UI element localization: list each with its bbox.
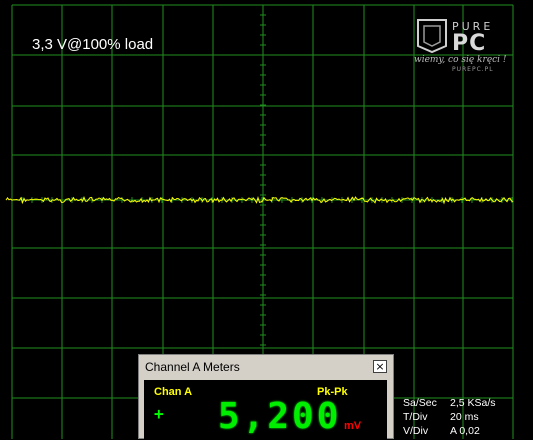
- volt-div-value: A 0,02: [450, 425, 480, 437]
- volt-div-label: V/Div: [403, 425, 429, 437]
- load-condition-label: 3,3 V@100% load: [32, 36, 154, 53]
- meters-titlebar[interactable]: Channel A Meters ×: [139, 355, 393, 379]
- logo-slogan: wiemy, co się kręci !: [414, 55, 507, 65]
- channel-label: Chan A: [154, 386, 193, 398]
- purepc-logo: PURE PC wiemy, co się kręci ! PUREPC.PL: [412, 14, 524, 76]
- time-div-label: T/Div: [403, 411, 428, 423]
- logo-brand: PC: [452, 31, 487, 56]
- meters-window-title: Channel A Meters: [145, 360, 240, 374]
- time-div-value: 20 ms: [450, 411, 479, 423]
- peak-to-peak-reading: 5,200: [218, 396, 342, 437]
- sign-indicator: +: [154, 404, 164, 423]
- meters-readout-panel: Chan A Pk-Pk + 5,200 mV: [144, 380, 387, 440]
- channel-a-meters-window[interactable]: Channel A Meters × Chan A Pk-Pk + 5,200 …: [138, 354, 394, 440]
- close-button[interactable]: ×: [373, 360, 387, 373]
- sample-rate-label: Sa/Sec: [403, 397, 437, 409]
- logo-url: PUREPC.PL: [452, 66, 494, 73]
- purepc-emblem-icon: [417, 19, 447, 54]
- reading-unit: mV: [344, 420, 362, 432]
- sample-rate-value: 2,5 KSa/s: [450, 397, 496, 409]
